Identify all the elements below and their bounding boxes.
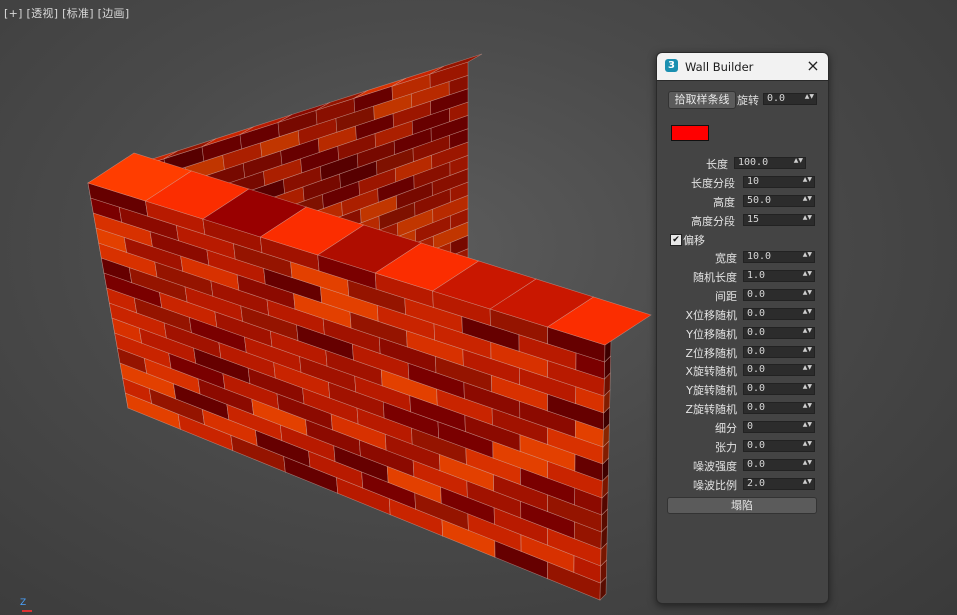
param-spinner[interactable]: 0.0 ▲▼ (743, 440, 815, 452)
panel-titlebar[interactable]: 3 Wall Builder × (657, 53, 828, 81)
param-value: 0.0 (747, 402, 766, 414)
param-label: Y旋转随机 (686, 384, 737, 398)
wall-builder-panel: 3 Wall Builder × 拾取样条线 旋转 0.0 ▲▼ ✔ 偏移 塌陷… (656, 52, 829, 604)
rotate-spinner[interactable]: 0.0 ▲▼ (763, 93, 817, 105)
param-value: 0.0 (747, 307, 766, 319)
spinner-arrows-icon[interactable]: ▲▼ (803, 346, 812, 352)
param-value: 15 (747, 214, 760, 225)
spinner-arrows-icon[interactable]: ▲▼ (803, 289, 812, 295)
collapse-button[interactable]: 塌陷 (667, 497, 817, 514)
param-label: 长度分段 (691, 177, 735, 190)
spinner-arrows-icon[interactable]: ▲▼ (803, 441, 812, 447)
rotate-label: 旋转 (737, 94, 759, 107)
spinner-arrows-icon[interactable]: ▲▼ (803, 365, 812, 371)
spinner-arrows-icon[interactable]: ▲▼ (803, 308, 812, 314)
param-spinner[interactable]: 1.0 ▲▼ (743, 269, 815, 282)
param-spinner[interactable]: 0 ▲▼ (743, 421, 815, 434)
param-label: 间距 (715, 289, 737, 303)
spinner-arrows-icon[interactable]: ▲▼ (803, 384, 812, 390)
spinner-arrows-icon[interactable]: ▲▼ (803, 270, 812, 276)
param-spinner[interactable]: 50.0 ▲▼ (743, 195, 815, 207)
param-value: 10.0 (747, 251, 772, 262)
param-value: 0.0 (747, 326, 766, 338)
param-value: 50.0 (747, 195, 772, 206)
param-value: 1.0 (747, 269, 766, 281)
param-spinner[interactable]: 10 ▲▼ (743, 176, 815, 188)
param-spinner[interactable]: 0.0 ▲▼ (743, 345, 815, 358)
param-label: 高度 (713, 196, 735, 209)
param-spinner[interactable]: 15 ▲▼ (743, 214, 815, 226)
spinner-arrows-icon[interactable]: ▲▼ (803, 215, 812, 221)
spinner-arrows-icon[interactable]: ▲▼ (803, 196, 812, 202)
param-label: Y位移随机 (686, 327, 737, 341)
color-swatch[interactable] (671, 125, 709, 141)
spinner-arrows-icon[interactable]: ▲▼ (803, 422, 812, 428)
param-spinner[interactable]: 0.0 ▲▼ (743, 326, 815, 339)
offset-checkbox[interactable]: ✔ (670, 234, 682, 246)
param-spinner[interactable]: 0.0 ▲▼ (743, 458, 815, 471)
offset-label: 偏移 (683, 234, 705, 247)
param-label: 噪波强度 (693, 459, 737, 473)
param-label: 宽度 (715, 252, 737, 265)
param-label: Z旋转随机 (685, 403, 737, 417)
spinner-arrows-icon[interactable]: ▲▼ (794, 158, 803, 164)
axis-gizmo-x (22, 610, 32, 612)
rotate-value: 0.0 (767, 93, 786, 104)
param-value: 0.0 (747, 383, 766, 395)
param-label: 随机长度 (693, 270, 737, 284)
param-spinner[interactable]: 100.0 ▲▼ (734, 157, 806, 169)
param-value: 2.0 (747, 477, 766, 489)
spinner-arrows-icon[interactable]: ▲▼ (803, 459, 812, 465)
spinner-arrows-icon[interactable]: ▲▼ (803, 327, 812, 333)
param-label: 长度 (706, 158, 728, 171)
param-spinner[interactable]: 2.0 ▲▼ (743, 477, 815, 490)
param-label: X位移随机 (685, 308, 737, 322)
close-icon[interactable]: × (804, 57, 822, 75)
param-spinner[interactable]: 0.0 ▲▼ (743, 364, 815, 377)
max-app-icon: 3 (665, 59, 678, 72)
param-label: 张力 (715, 441, 737, 454)
param-value: 0.0 (747, 440, 766, 451)
spinner-arrows-icon[interactable]: ▲▼ (803, 478, 812, 484)
param-value: 0 (747, 421, 754, 433)
param-spinner[interactable]: 0.0 ▲▼ (743, 402, 815, 415)
param-label: X旋转随机 (685, 365, 737, 379)
spinner-arrows-icon[interactable]: ▲▼ (803, 177, 812, 183)
param-value: 100.0 (738, 157, 769, 168)
param-value: 0.0 (747, 364, 766, 376)
param-spinner[interactable]: 0.0 ▲▼ (743, 307, 815, 320)
spinner-arrows-icon[interactable]: ▲▼ (803, 252, 812, 258)
param-label: 噪波比例 (693, 478, 737, 492)
param-spinner[interactable]: 10.0 ▲▼ (743, 251, 815, 263)
param-spinner[interactable]: 0.0 ▲▼ (743, 383, 815, 396)
param-spinner[interactable]: 0.0 ▲▼ (743, 288, 815, 301)
spinner-arrows-icon[interactable]: ▲▼ (803, 403, 812, 409)
param-value: 10 (747, 176, 760, 187)
param-value: 0.0 (747, 345, 766, 357)
spinner-arrows-icon[interactable]: ▲▼ (805, 94, 814, 100)
pick-spline-button[interactable]: 拾取样条线 (668, 91, 736, 109)
param-value: 0.0 (747, 288, 766, 300)
param-label: 细分 (715, 422, 737, 436)
param-label: 高度分段 (691, 215, 735, 228)
panel-title: Wall Builder (685, 60, 754, 74)
axis-gizmo-z: Z (20, 598, 27, 608)
param-label: Z位移随机 (685, 346, 737, 360)
param-value: 0.0 (747, 458, 766, 470)
